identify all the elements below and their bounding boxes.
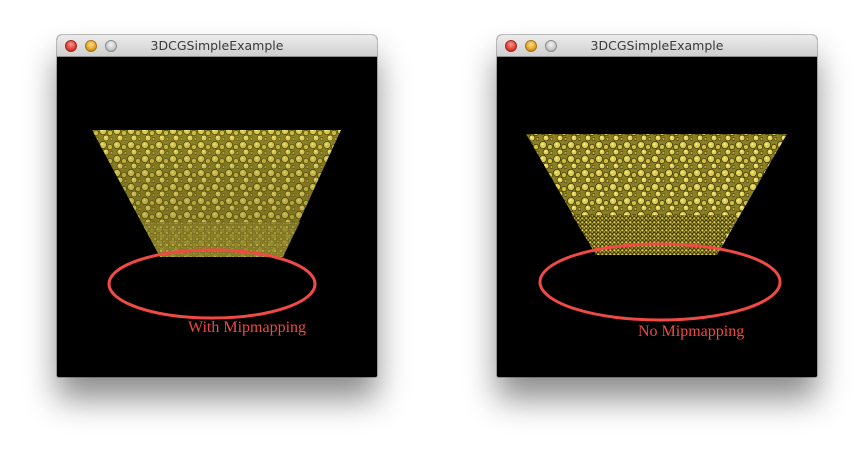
caption-no-mipmapping: No Mipmapping (638, 323, 745, 340)
window-title: 3DCGSimpleExample (150, 38, 284, 53)
window-with-mipmapping: 3DCGSimpleExample With Mipmapping (57, 35, 377, 377)
titlebar[interactable]: 3DCGSimpleExample (497, 35, 817, 57)
window-title: 3DCGSimpleExample (590, 38, 724, 53)
caption-with-mipmapping: With Mipmapping (188, 319, 307, 336)
highlight-ellipse (538, 242, 782, 322)
render-canvas: No Mipmapping (497, 57, 817, 377)
highlight-ellipse (107, 248, 317, 320)
render-canvas: With Mipmapping (57, 57, 377, 377)
titlebar[interactable]: 3DCGSimpleExample (57, 35, 377, 57)
window-no-mipmapping: 3DCGSimpleExample No Mipmapping (497, 35, 817, 377)
